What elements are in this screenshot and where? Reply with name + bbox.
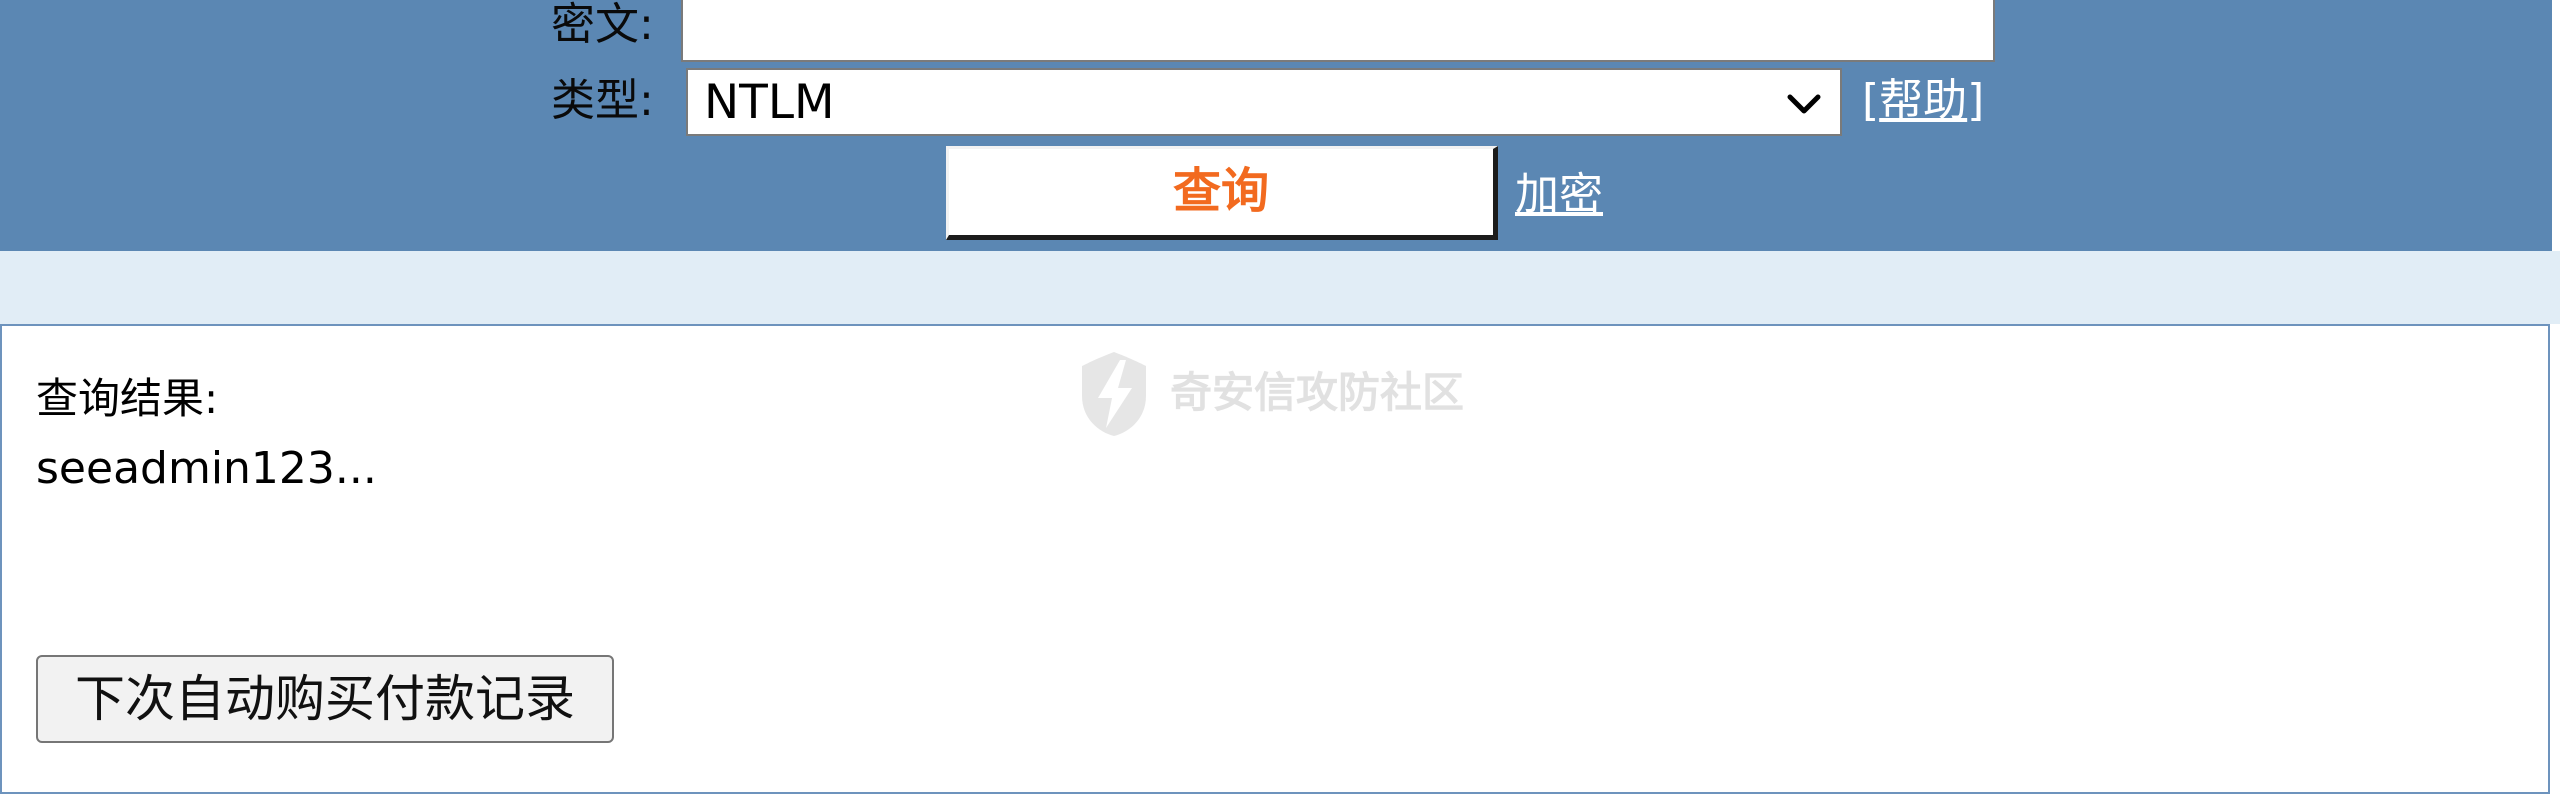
lightning-shield-logo-icon — [1082, 352, 1146, 436]
ciphertext-input[interactable] — [681, 0, 1995, 62]
help-link-close-bracket: ] — [1967, 75, 1985, 126]
query-button[interactable]: 查询 — [946, 146, 1498, 240]
help-link-label: 帮助 — [1879, 75, 1968, 126]
type-label: 类型: — [551, 75, 654, 126]
encrypt-link[interactable]: 加密 — [1515, 170, 1603, 220]
query-form: 密文: 类型: NTLM [帮助] 查询 加密 — [0, 0, 2552, 251]
separator-band — [0, 251, 2560, 324]
hash-type-select[interactable]: NTLM — [686, 68, 1842, 136]
chevron-down-icon — [1787, 94, 1821, 114]
help-link[interactable]: [帮助] — [1862, 76, 1984, 126]
next-auto-purchase-record-button[interactable]: 下次自动购买付款记录 — [36, 655, 614, 743]
hash-type-selected-value: NTLM — [704, 75, 835, 130]
result-label: 查询结果: — [36, 374, 219, 423]
help-link-open-bracket: [ — [1862, 75, 1880, 126]
watermark-text: 奇安信攻防社区 — [1170, 368, 1465, 417]
ciphertext-label: 密文: — [551, 0, 654, 50]
result-value: seeadmin123... — [36, 443, 377, 494]
